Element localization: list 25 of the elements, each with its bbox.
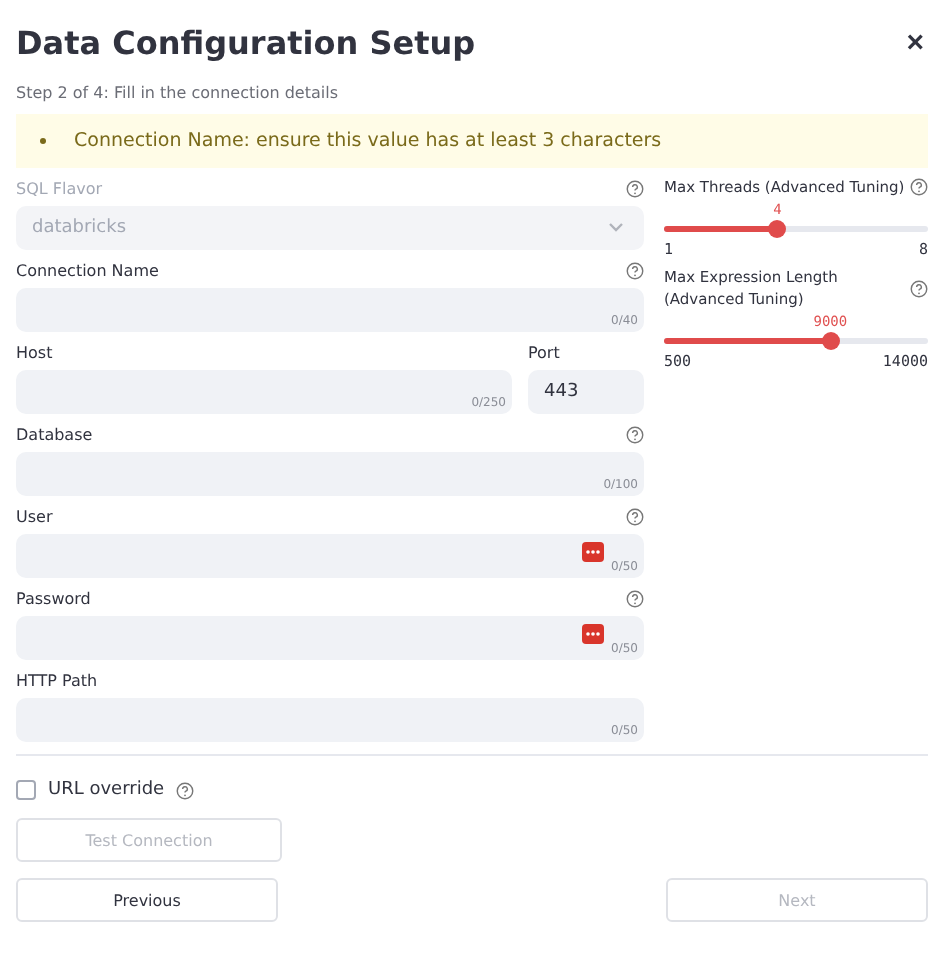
field-label: Database — [16, 426, 93, 444]
chevron-down-icon — [608, 222, 624, 234]
slider-track[interactable] — [664, 338, 928, 344]
previous-button[interactable]: Previous — [16, 878, 278, 922]
field-label: User — [16, 508, 53, 526]
step-text: Step 2 of 4: Fill in the connection details — [16, 84, 340, 102]
dots-icon — [582, 624, 604, 644]
slider-handle[interactable] — [821, 332, 840, 350]
dots-icon — [582, 542, 604, 562]
field-label: SQL Flavor — [16, 180, 103, 198]
field-label: HTTP Path — [16, 672, 98, 690]
close-button[interactable]: × — [902, 25, 928, 59]
slider-track[interactable] — [664, 226, 928, 232]
alert-text: Connection Name: ensure this value has at least 3 characters — [74, 130, 662, 152]
field-label: Host — [16, 344, 53, 362]
input-field[interactable]: 443 — [528, 370, 644, 414]
field-label: Password — [16, 590, 91, 608]
checkbox[interactable] — [16, 780, 36, 800]
field-label: Connection Name — [16, 262, 159, 280]
checkbox-label: URL override — [48, 780, 165, 800]
bullet-icon — [40, 138, 46, 144]
field-label: Port — [528, 344, 560, 362]
slider-handle[interactable] — [768, 220, 787, 238]
select-field: databricks — [16, 206, 644, 250]
dialog-title: Data Configuration Setup — [16, 23, 476, 61]
